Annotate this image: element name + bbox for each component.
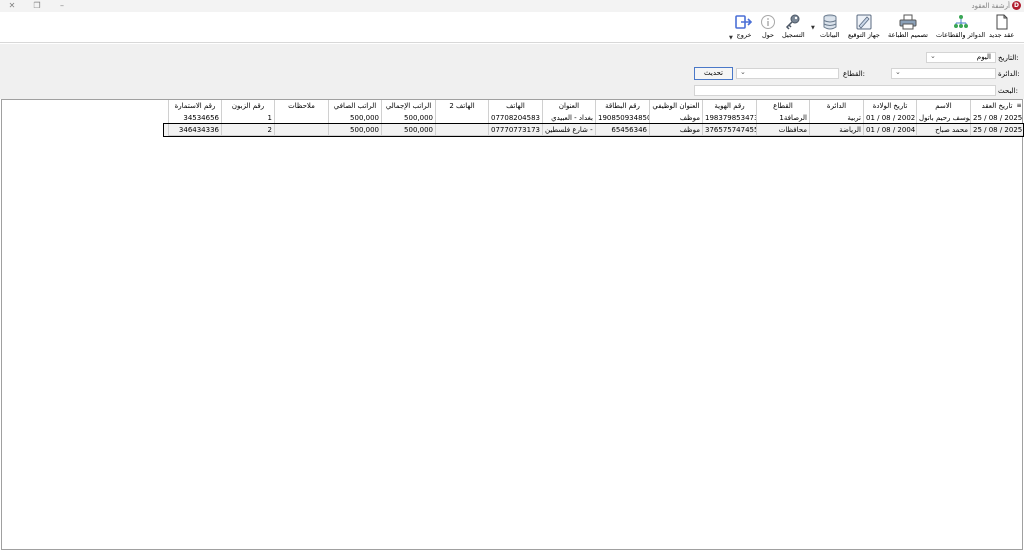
chevron-down-icon: ⌄ xyxy=(895,68,901,76)
table-cell[interactable]: 500,000 xyxy=(381,124,435,136)
key-icon xyxy=(786,14,800,30)
signature-pad-icon xyxy=(856,14,872,30)
register-label: التسجيل xyxy=(782,31,805,39)
chevron-down-icon: ⌄ xyxy=(740,68,746,76)
data-dropdown-arrow-icon[interactable]: ▼ xyxy=(811,25,815,31)
table-cell[interactable]: 25 / 08 / 2025 xyxy=(970,124,1023,136)
column-header[interactable]: العنوان xyxy=(542,100,595,112)
table-row[interactable]: 25 / 08 / 2025 يوسف رحيم باتول 01 / 08 /… xyxy=(164,112,1023,124)
database-icon xyxy=(823,14,837,30)
data-button[interactable]: البيانات xyxy=(820,14,840,39)
window-title: أرشفة العقود xyxy=(971,2,1010,10)
column-header[interactable]: ملاحظات xyxy=(274,100,328,112)
table-cell[interactable]: 500,000 xyxy=(381,112,435,124)
table-cell[interactable]: 346434336 xyxy=(168,124,221,136)
table-cell[interactable]: 07708204583 xyxy=(488,112,542,124)
exit-button[interactable]: خروج xyxy=(735,14,753,39)
table-cell[interactable]: محافظات xyxy=(756,124,809,136)
table-cell[interactable]: 07770773173 xyxy=(488,124,542,136)
sector-select[interactable]: ⌄ xyxy=(736,68,839,79)
table-row-selected[interactable]: 25 / 08 / 2025 محمد صباح 01 / 08 / 2004 … xyxy=(163,123,1024,137)
register-button[interactable]: التسجيل xyxy=(782,14,805,39)
column-header[interactable]: رقم الهوية xyxy=(702,100,756,112)
contracts-grid[interactable]: ≡ ◂ تاريخ العقد الاسم تاريخ الولادة الدا… xyxy=(1,99,1024,550)
table-cell[interactable]: 65456346 xyxy=(595,124,649,136)
date-select[interactable]: اليوم ⌄ xyxy=(926,52,996,63)
column-header[interactable]: الراتب الإجمالي xyxy=(381,100,435,112)
app-logo-icon: D xyxy=(1012,1,1021,10)
new-document-icon xyxy=(996,14,1008,30)
exit-dropdown-arrow-icon[interactable]: ▼ xyxy=(729,35,733,41)
date-select-value: اليوم xyxy=(976,53,991,61)
table-cell[interactable] xyxy=(435,124,488,136)
toolbar: عقد جديد الدوائر والقطاعات تصميم الطباعة… xyxy=(0,12,1024,43)
exit-label: خروج xyxy=(736,31,752,39)
column-header[interactable]: رقم الزبون xyxy=(221,100,274,112)
column-header[interactable]: الهاتف xyxy=(488,100,542,112)
table-cell[interactable] xyxy=(274,124,328,136)
data-label: البيانات xyxy=(820,31,840,39)
title-bar: ✕ ❐ – D أرشفة العقود xyxy=(0,0,1024,12)
table-cell[interactable]: موظف xyxy=(649,124,702,136)
printer-icon xyxy=(899,14,917,30)
column-header[interactable]: القطاع xyxy=(756,100,809,112)
chevron-down-icon: ⌄ xyxy=(930,52,936,60)
column-header[interactable]: رقم البطاقة xyxy=(595,100,649,112)
column-header[interactable]: تاريخ العقد xyxy=(970,100,1023,112)
sector-label: القطاع: xyxy=(843,70,866,78)
department-label: الدائرة: xyxy=(998,70,1020,78)
table-cell[interactable]: محمد صباح xyxy=(916,124,970,136)
about-button[interactable]: حول xyxy=(760,14,776,39)
table-cell[interactable]: بغداد - العبيدي xyxy=(542,112,595,124)
table-cell[interactable] xyxy=(435,112,488,124)
search-label: البحث: xyxy=(998,87,1018,95)
table-cell[interactable]: 01 / 08 / 2004 xyxy=(863,124,916,136)
table-cell[interactable]: 1 xyxy=(221,112,274,124)
table-cell[interactable] xyxy=(274,112,328,124)
date-label: التاريخ: xyxy=(998,54,1019,62)
table-cell[interactable]: 500,000 xyxy=(328,124,381,136)
table-cell[interactable]: تربية xyxy=(809,112,863,124)
column-header[interactable]: الدائرة xyxy=(809,100,863,112)
table-cell[interactable]: الرياضة xyxy=(809,124,863,136)
minimize-window-button[interactable]: – xyxy=(50,0,74,12)
signature-device-label: جهاز التوقيع xyxy=(848,31,880,39)
print-design-button[interactable]: تصميم الطباعة xyxy=(888,14,928,39)
signature-device-button[interactable]: جهاز التوقيع xyxy=(848,14,880,39)
exit-icon xyxy=(735,15,753,29)
refresh-button[interactable]: تحديث xyxy=(694,67,733,80)
restore-window-button[interactable]: ❐ xyxy=(25,0,49,12)
table-cell[interactable]: 19837985347347 xyxy=(702,112,756,124)
table-cell[interactable]: 2 xyxy=(221,124,274,136)
print-design-label: تصميم الطباعة xyxy=(888,31,928,39)
departments-label: الدوائر والقطاعات xyxy=(936,31,986,39)
table-cell[interactable]: الرصافة1 xyxy=(756,112,809,124)
table-cell[interactable]: 19085093485043 xyxy=(595,112,649,124)
new-contract-label: عقد جديد xyxy=(989,31,1015,39)
close-window-button[interactable]: ✕ xyxy=(0,0,24,12)
table-cell[interactable]: بغداد - شارع فلسطين xyxy=(542,124,595,136)
table-cell[interactable]: 500,000 xyxy=(328,112,381,124)
table-cell[interactable]: 34534656 xyxy=(168,112,221,124)
about-label: حول xyxy=(761,31,775,39)
new-contract-button[interactable]: عقد جديد xyxy=(989,14,1014,39)
column-header[interactable]: الراتب الصافي xyxy=(328,100,381,112)
info-icon xyxy=(761,15,775,29)
column-header[interactable]: رقم الاستمارة xyxy=(168,100,221,112)
hierarchy-icon xyxy=(953,15,968,28)
column-header[interactable]: العنوان الوظيفي xyxy=(649,100,702,112)
departments-button[interactable]: الدوائر والقطاعات xyxy=(936,14,985,39)
table-cell[interactable]: 37657574745576 xyxy=(702,124,756,136)
search-input[interactable] xyxy=(694,85,996,96)
department-select[interactable]: ⌄ xyxy=(891,68,996,79)
column-header[interactable]: الهاتف 2 xyxy=(435,100,488,112)
table-cell[interactable]: 25 / 08 / 2025 xyxy=(970,112,1023,124)
table-cell[interactable]: يوسف رحيم باتول xyxy=(916,112,970,124)
table-cell[interactable]: موظف xyxy=(649,112,702,124)
column-header[interactable]: الاسم xyxy=(916,100,970,112)
table-header: تاريخ العقد الاسم تاريخ الولادة الدائرة … xyxy=(164,100,1023,112)
column-header[interactable]: تاريخ الولادة xyxy=(863,100,916,112)
table-cell[interactable]: 01 / 08 / 2002 xyxy=(863,112,916,124)
